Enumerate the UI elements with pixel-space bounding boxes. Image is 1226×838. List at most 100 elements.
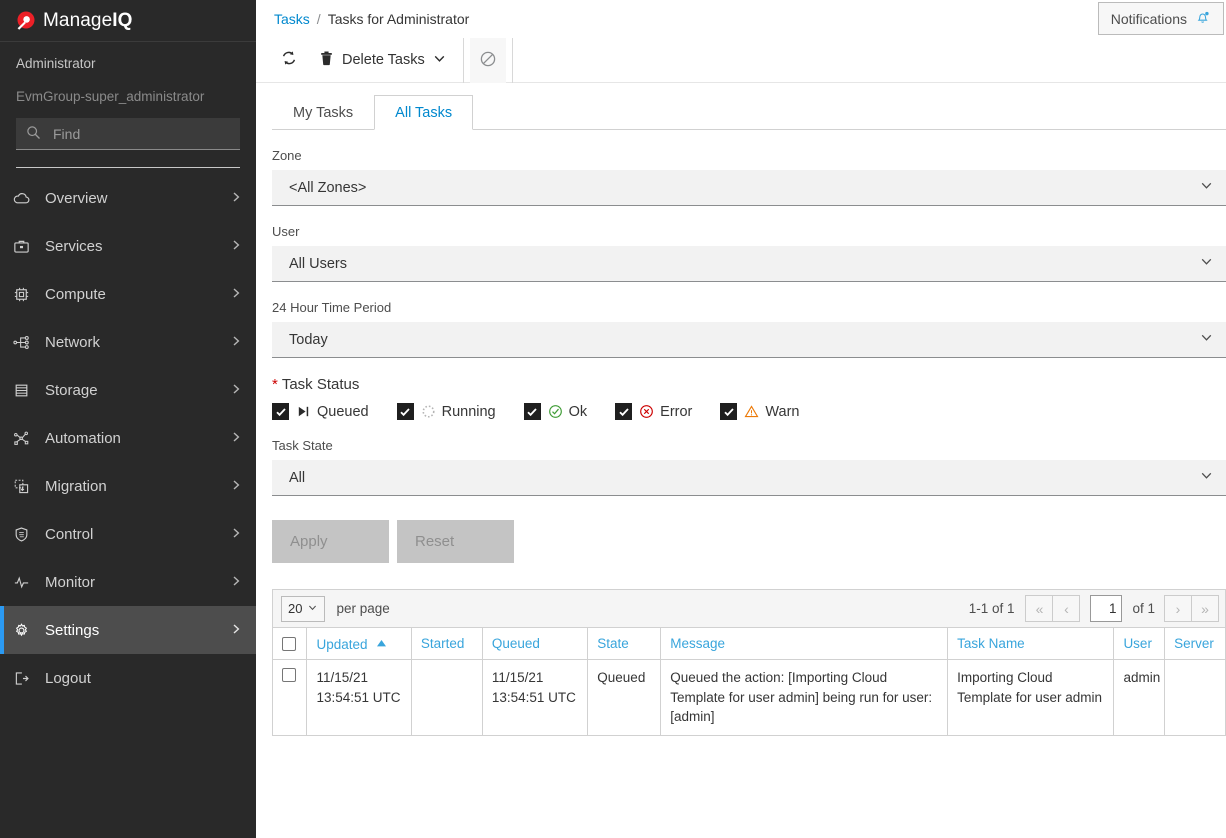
- refresh-button[interactable]: [270, 38, 308, 83]
- tab-my-tasks[interactable]: My Tasks: [272, 95, 374, 130]
- sidebar-item-compute[interactable]: Compute: [0, 270, 256, 318]
- current-user-name: Administrator: [16, 56, 240, 71]
- delete-tasks-button[interactable]: Delete Tasks: [308, 38, 457, 83]
- sidebar-item-logout[interactable]: Logout: [0, 654, 256, 702]
- warn-icon: [744, 404, 759, 419]
- row-select-cell[interactable]: [273, 660, 307, 736]
- ok-checkbox[interactable]: [524, 403, 541, 420]
- manageiq-logo-icon: [14, 10, 36, 32]
- column-header-server[interactable]: Server: [1165, 628, 1226, 660]
- per-page-select[interactable]: 20: [281, 596, 325, 622]
- sidebar-item-label: Network: [40, 334, 230, 351]
- cell-updated: 11/15/21 13:54:51 UTC: [307, 660, 411, 736]
- first-page-button[interactable]: «: [1025, 595, 1053, 622]
- status-option-queued[interactable]: Queued: [272, 403, 369, 420]
- task-status-options: Queued Running: [272, 403, 1226, 420]
- error-checkbox[interactable]: [615, 403, 632, 420]
- time-period-select[interactable]: Today: [272, 322, 1226, 358]
- sidebar-item-settings[interactable]: Settings: [0, 606, 256, 654]
- sidebar-item-monitor[interactable]: Monitor: [0, 558, 256, 606]
- select-all-header[interactable]: [273, 628, 307, 660]
- reset-button[interactable]: Reset: [397, 520, 514, 563]
- task-state-label: Task State: [272, 438, 1226, 453]
- task-state-select[interactable]: All: [272, 460, 1226, 496]
- zone-select[interactable]: <All Zones>: [272, 170, 1226, 206]
- row-checkbox[interactable]: [282, 668, 296, 682]
- next-page-button[interactable]: ›: [1164, 595, 1192, 622]
- running-checkbox[interactable]: [397, 403, 414, 420]
- user-block: Administrator EvmGroup-super_administrat…: [0, 42, 256, 118]
- sidebar: ManageIQ Administrator EvmGroup-super_ad…: [0, 0, 256, 838]
- sidebar-item-control[interactable]: Control: [0, 510, 256, 558]
- queued-icon: [296, 404, 311, 419]
- search-input[interactable]: [51, 119, 211, 149]
- status-option-running[interactable]: Running: [397, 403, 496, 420]
- chevron-right-icon: [230, 622, 242, 638]
- pagination-controls: 1-1 of 1 « ‹ of 1 › »: [969, 595, 1219, 622]
- chevron-right-icon: [230, 190, 242, 206]
- main-content: Tasks / Tasks for Administrator Notifica…: [256, 0, 1226, 838]
- task-status-label-text: Task Status: [282, 376, 360, 393]
- column-header-queued[interactable]: Queued: [482, 628, 587, 660]
- chevron-right-icon: [230, 382, 242, 398]
- breadcrumb-current: Tasks for Administrator: [328, 11, 470, 27]
- user-field: User All Users: [272, 224, 1226, 282]
- brand-name-light: Manage: [43, 10, 112, 31]
- queued-checkbox[interactable]: [272, 403, 289, 420]
- ok-icon: [548, 404, 563, 419]
- column-header-message[interactable]: Message: [661, 628, 948, 660]
- column-header-updated[interactable]: Updated: [307, 628, 411, 660]
- sidebar-item-label: Compute: [40, 286, 230, 303]
- sidebar-item-automation[interactable]: Automation: [0, 414, 256, 462]
- refresh-icon: [280, 49, 298, 71]
- sidebar-item-label: Control: [40, 526, 230, 543]
- briefcase-icon: [12, 237, 40, 256]
- warn-checkbox[interactable]: [720, 403, 737, 420]
- status-option-error[interactable]: Error: [615, 403, 692, 420]
- table-row[interactable]: 11/15/21 13:54:51 UTC 11/15/21 13:54:51 …: [273, 660, 1226, 736]
- status-option-warn[interactable]: Warn: [720, 403, 799, 420]
- sidebar-search[interactable]: [16, 118, 240, 150]
- pagination-bar: 20 per page 1-1 of 1 « ‹ of 1 › »: [272, 589, 1226, 627]
- sidebar-divider: [16, 167, 240, 168]
- column-header-user[interactable]: User: [1114, 628, 1165, 660]
- cancel-task-button[interactable]: [470, 38, 506, 83]
- breadcrumb-link-tasks[interactable]: Tasks: [274, 11, 310, 27]
- sidebar-item-network[interactable]: Network: [0, 318, 256, 366]
- task-status-label: *Task Status: [272, 376, 1226, 393]
- brand-logo-area[interactable]: ManageIQ: [0, 0, 256, 42]
- column-header-started[interactable]: Started: [411, 628, 482, 660]
- cpu-icon: [12, 285, 40, 304]
- per-page-label: per page: [336, 601, 389, 616]
- column-header-state[interactable]: State: [588, 628, 661, 660]
- chevron-down-icon: [1199, 178, 1214, 197]
- time-period-label: 24 Hour Time Period: [272, 300, 1226, 315]
- chevron-down-icon: [1199, 330, 1214, 349]
- previous-page-button[interactable]: ‹: [1052, 595, 1080, 622]
- last-page-button[interactable]: »: [1191, 595, 1219, 622]
- sidebar-item-overview[interactable]: Overview: [0, 174, 256, 222]
- chevron-right-icon: [230, 430, 242, 446]
- chevron-down-icon: [307, 601, 318, 616]
- breadcrumb: Tasks / Tasks for Administrator: [256, 0, 1226, 38]
- sidebar-item-migration[interactable]: Migration: [0, 462, 256, 510]
- sort-ascending-icon: [377, 635, 386, 650]
- brand-name-bold: IQ: [112, 10, 132, 31]
- notifications-button[interactable]: Notifications: [1098, 2, 1224, 35]
- queued-label: Queued: [317, 404, 369, 420]
- sidebar-item-services[interactable]: Services: [0, 222, 256, 270]
- per-page-value: 20: [288, 601, 302, 616]
- status-option-ok[interactable]: Ok: [524, 403, 588, 420]
- apply-button[interactable]: Apply: [272, 520, 389, 563]
- page-number-input[interactable]: [1090, 595, 1122, 622]
- user-select[interactable]: All Users: [272, 246, 1226, 282]
- tab-all-tasks[interactable]: All Tasks: [374, 95, 473, 130]
- cell-task-name: Importing Cloud Template for user admin: [948, 660, 1114, 736]
- select-all-checkbox[interactable]: [282, 637, 296, 651]
- column-header-task-name[interactable]: Task Name: [948, 628, 1114, 660]
- sidebar-item-storage[interactable]: Storage: [0, 366, 256, 414]
- ok-label: Ok: [569, 404, 588, 420]
- cell-server: [1165, 660, 1226, 736]
- task-state-selected-value: All: [289, 470, 305, 486]
- gear-icon: [12, 621, 40, 640]
